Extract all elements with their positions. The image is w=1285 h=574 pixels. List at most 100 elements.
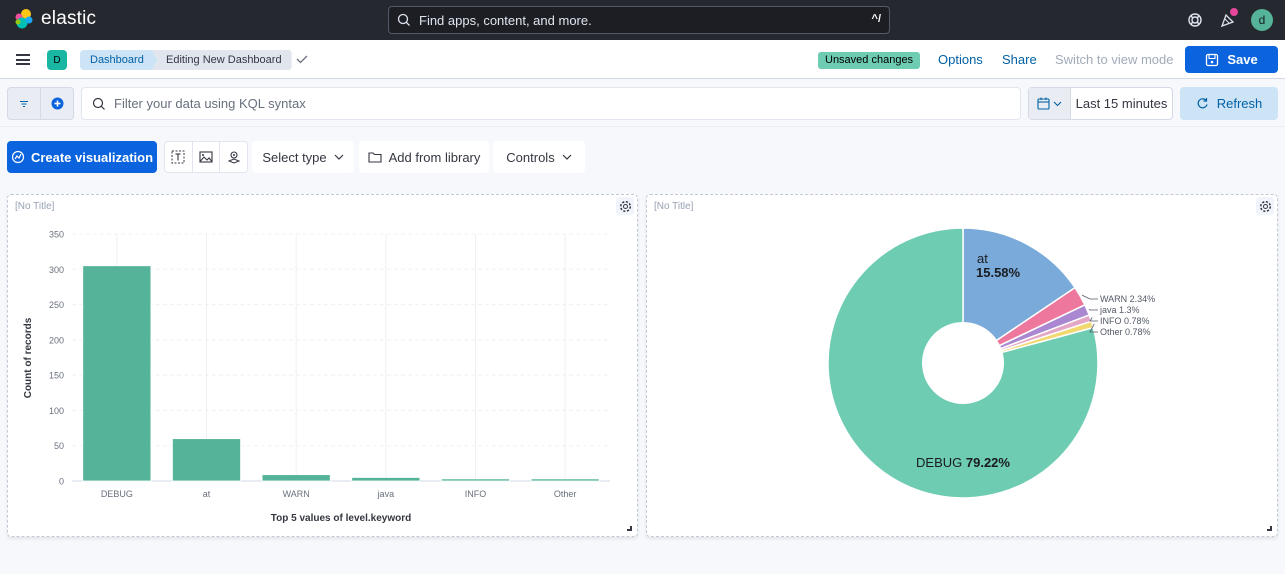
- app-navbar: D Dashboard Editing New Dashboard Unsave…: [0, 40, 1285, 79]
- x-axis-label: Top 5 values of level.keyword: [271, 513, 411, 524]
- chevron-down-icon: [334, 154, 344, 160]
- user-avatar[interactable]: d: [1251, 9, 1273, 31]
- image-icon: [199, 151, 213, 163]
- calendar-icon: [1037, 97, 1050, 110]
- pie-chart: DEBUG 79.22% at15.58% WARN 2.34%java 1.3%I…: [827, 227, 1155, 499]
- folder-icon: [368, 152, 382, 163]
- bar-chart-panel: [No Title] 0 50 100 150 200 250 300 350 DEBUG at…: [7, 194, 638, 537]
- bar-at[interactable]: [172, 438, 241, 482]
- pie-label-debug: DEBUG 79.22%: [916, 455, 1010, 470]
- bar-marks: [82, 265, 600, 482]
- search-shortcut-hint: ^/: [871, 13, 881, 25]
- y-tick-label: 150: [49, 371, 64, 381]
- add-from-library-button[interactable]: Add from library: [359, 141, 489, 173]
- pie-label-at-name: at: [977, 251, 988, 266]
- quick-select-button[interactable]: [1029, 88, 1071, 119]
- controls-dropdown[interactable]: Controls: [493, 141, 585, 173]
- x-tick-label: at: [203, 489, 211, 499]
- y-tick-label: 200: [49, 335, 64, 345]
- breadcrumb-current: Editing New Dashboard: [152, 50, 292, 70]
- search-icon: [397, 13, 410, 26]
- refresh-icon: [1197, 98, 1208, 109]
- maps-icon: [227, 151, 241, 164]
- y-tick-label: 100: [49, 406, 64, 416]
- select-type-dropdown[interactable]: Select type: [252, 141, 354, 173]
- donut-hole: [922, 322, 1004, 404]
- pie-label-warn: WARN 2.34%: [1100, 294, 1155, 304]
- pie-label-at-value: 15.58%: [976, 265, 1021, 280]
- callout-line: [1081, 294, 1098, 300]
- elastic-logo-icon: [15, 9, 33, 29]
- switch-to-view-mode-link[interactable]: Switch to view mode: [1055, 52, 1174, 67]
- quick-add-group: [164, 141, 248, 173]
- breadcrumb-dashboard[interactable]: Dashboard: [80, 50, 158, 70]
- pie-label-other: Other 0.78%: [1100, 327, 1151, 337]
- y-tick-label: 50: [54, 441, 64, 451]
- y-axis-label: Count of records: [23, 317, 34, 398]
- brand-name: elastic: [41, 8, 97, 29]
- space-avatar[interactable]: D: [47, 50, 67, 70]
- add-from-library-label: Add from library: [388, 149, 481, 165]
- chevron-down-icon: [1053, 101, 1062, 106]
- y-tick-label: 0: [59, 477, 64, 487]
- add-text-button[interactable]: [165, 142, 193, 172]
- global-search-placeholder: Find apps, content, and more.: [419, 12, 592, 28]
- bar-info[interactable]: [441, 478, 510, 482]
- add-filter-button[interactable]: [41, 88, 73, 119]
- kql-search-input[interactable]: Filter your data using KQL syntax: [81, 87, 1021, 120]
- pie-label-info: INFO 0.78%: [1100, 316, 1150, 326]
- select-type-label: Select type: [262, 149, 327, 165]
- text-icon: [171, 150, 185, 164]
- filter-button-group: [7, 87, 74, 120]
- share-link[interactable]: Share: [1002, 52, 1037, 67]
- bar-y-tick-labels: 0 50 100 150 200 250 300 350: [49, 230, 64, 487]
- y-tick-label: 350: [49, 230, 64, 240]
- refresh-button[interactable]: Refresh: [1180, 87, 1278, 120]
- global-search-input[interactable]: Find apps, content, and more. ^/: [388, 6, 890, 34]
- global-header: elastic Find apps, content, and more. ^/…: [0, 0, 1285, 40]
- pie-label-java: java 1.3%: [1099, 305, 1140, 315]
- kql-placeholder: Filter your data using KQL syntax: [114, 96, 306, 111]
- bar-gridlines: [72, 233, 610, 482]
- bar-chart: 0 50 100 150 200 250 300 350 DEBUG at WARN java INF…: [23, 230, 610, 524]
- add-map-button[interactable]: [220, 142, 247, 172]
- options-link[interactable]: Options: [938, 52, 983, 67]
- search-icon: [92, 97, 105, 110]
- visualize-app-icon: [11, 150, 25, 164]
- x-tick-label: Other: [554, 489, 577, 499]
- y-tick-label: 300: [49, 265, 64, 275]
- filter-icon: [20, 100, 28, 107]
- pie-chart-panel: [No Title] DEBUG 79.22% at 15.58% WARN 2.34…: [646, 194, 1278, 537]
- bar-debug[interactable]: [82, 265, 152, 482]
- controls-label: Controls: [506, 149, 555, 165]
- create-visualization-label: Create visualization: [30, 149, 154, 165]
- create-visualization-button[interactable]: Create visualization: [7, 141, 157, 173]
- resize-handle[interactable]: [627, 526, 632, 531]
- x-tick-label: WARN: [283, 489, 310, 499]
- menu-toggle-icon[interactable]: [16, 54, 30, 65]
- filter-menu-button[interactable]: [8, 88, 41, 119]
- bar-java[interactable]: [351, 477, 421, 482]
- resize-handle[interactable]: [1267, 526, 1272, 531]
- refresh-label: Refresh: [1216, 96, 1263, 111]
- bar-warn[interactable]: [261, 474, 331, 482]
- save-label: Save: [1227, 52, 1258, 67]
- add-image-button[interactable]: [193, 142, 221, 172]
- plus-circle-icon: [51, 97, 63, 110]
- check-icon: [296, 55, 308, 64]
- x-tick-label: INFO: [465, 489, 487, 499]
- save-icon: [1206, 53, 1219, 66]
- bar-other[interactable]: [530, 478, 600, 482]
- help-icon[interactable]: [1185, 10, 1205, 30]
- query-bar: Filter your data using KQL syntax Last 1…: [0, 80, 1285, 127]
- bar-x-tick-labels: DEBUG at WARN java INFO Other: [101, 489, 577, 499]
- x-tick-label: java: [377, 489, 395, 499]
- save-button[interactable]: Save: [1185, 46, 1278, 73]
- date-picker: Last 15 minutes: [1028, 87, 1173, 120]
- x-tick-label: DEBUG: [101, 489, 133, 499]
- elastic-logo[interactable]: elastic: [13, 8, 96, 30]
- callout-line: [1088, 308, 1098, 311]
- unsaved-changes-badge: Unsaved changes: [818, 52, 921, 69]
- y-tick-label: 250: [49, 300, 64, 310]
- time-range-display[interactable]: Last 15 minutes: [1071, 88, 1172, 119]
